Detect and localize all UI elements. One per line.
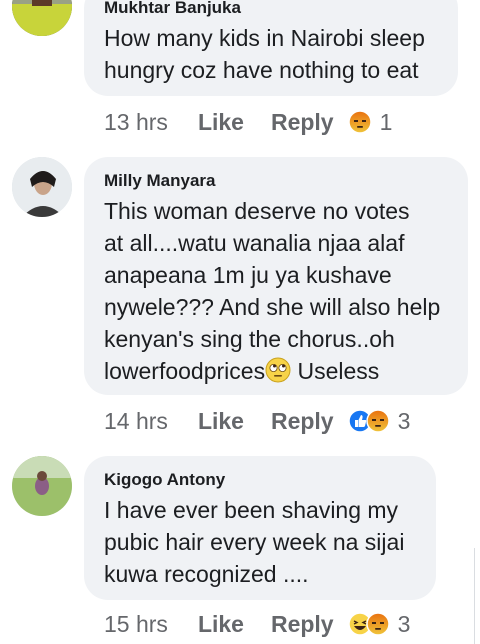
reply-button[interactable]: Reply xyxy=(271,109,334,136)
comment-actions: 13 hrs Like Reply 1 xyxy=(104,106,392,138)
reaction-count: 3 xyxy=(397,407,411,434)
angry-reaction-icon xyxy=(347,110,372,134)
comment-text: I have ever been shaving my pubic hair e… xyxy=(104,497,405,587)
comment-bubble: Kigogo Antony I have ever been shaving m… xyxy=(84,456,436,600)
reaction-count: 1 xyxy=(379,108,393,135)
reply-button[interactable]: Reply xyxy=(271,408,334,435)
comment-bubble: Milly Manyara This woman deserve no vote… xyxy=(84,157,468,395)
comment-text: This woman deserve no votes at all....wa… xyxy=(104,195,450,387)
comment-author[interactable]: Kigogo Antony xyxy=(104,470,418,490)
comment-actions: 15 hrs Like Reply 3 xyxy=(104,608,410,640)
comment-timestamp[interactable]: 13 hrs xyxy=(104,109,168,136)
comment-author[interactable]: Milly Manyara xyxy=(104,171,450,191)
avatar[interactable] xyxy=(12,456,72,516)
avatar[interactable] xyxy=(12,0,72,36)
like-button[interactable]: Like xyxy=(198,109,244,136)
like-button[interactable]: Like xyxy=(198,408,244,435)
comment-bubble: Mukhtar Banjuka How many kids in Nairobi… xyxy=(84,0,458,96)
comment-actions: 14 hrs Like Reply 3 xyxy=(104,405,410,437)
reaction-summary[interactable]: 3 xyxy=(347,610,411,638)
scroll-edge-line xyxy=(474,548,475,644)
reaction-summary[interactable]: 1 xyxy=(347,108,393,136)
reply-button[interactable]: Reply xyxy=(271,611,334,638)
comment-author[interactable]: Mukhtar Banjuka xyxy=(104,0,440,18)
comment-text: How many kids in Nairobi sleep hungry co… xyxy=(104,25,425,83)
angry-reaction-icon xyxy=(365,612,390,636)
avatar[interactable] xyxy=(12,157,72,217)
comment-text-tail: Useless xyxy=(291,358,380,384)
comment-timestamp[interactable]: 15 hrs xyxy=(104,611,168,638)
like-button[interactable]: Like xyxy=(198,611,244,638)
reaction-count: 3 xyxy=(397,610,411,637)
angry-reaction-icon xyxy=(365,409,390,433)
reaction-summary[interactable]: 3 xyxy=(347,407,411,435)
eye-roll-emoji-icon xyxy=(265,357,291,383)
comment-timestamp[interactable]: 14 hrs xyxy=(104,408,168,435)
